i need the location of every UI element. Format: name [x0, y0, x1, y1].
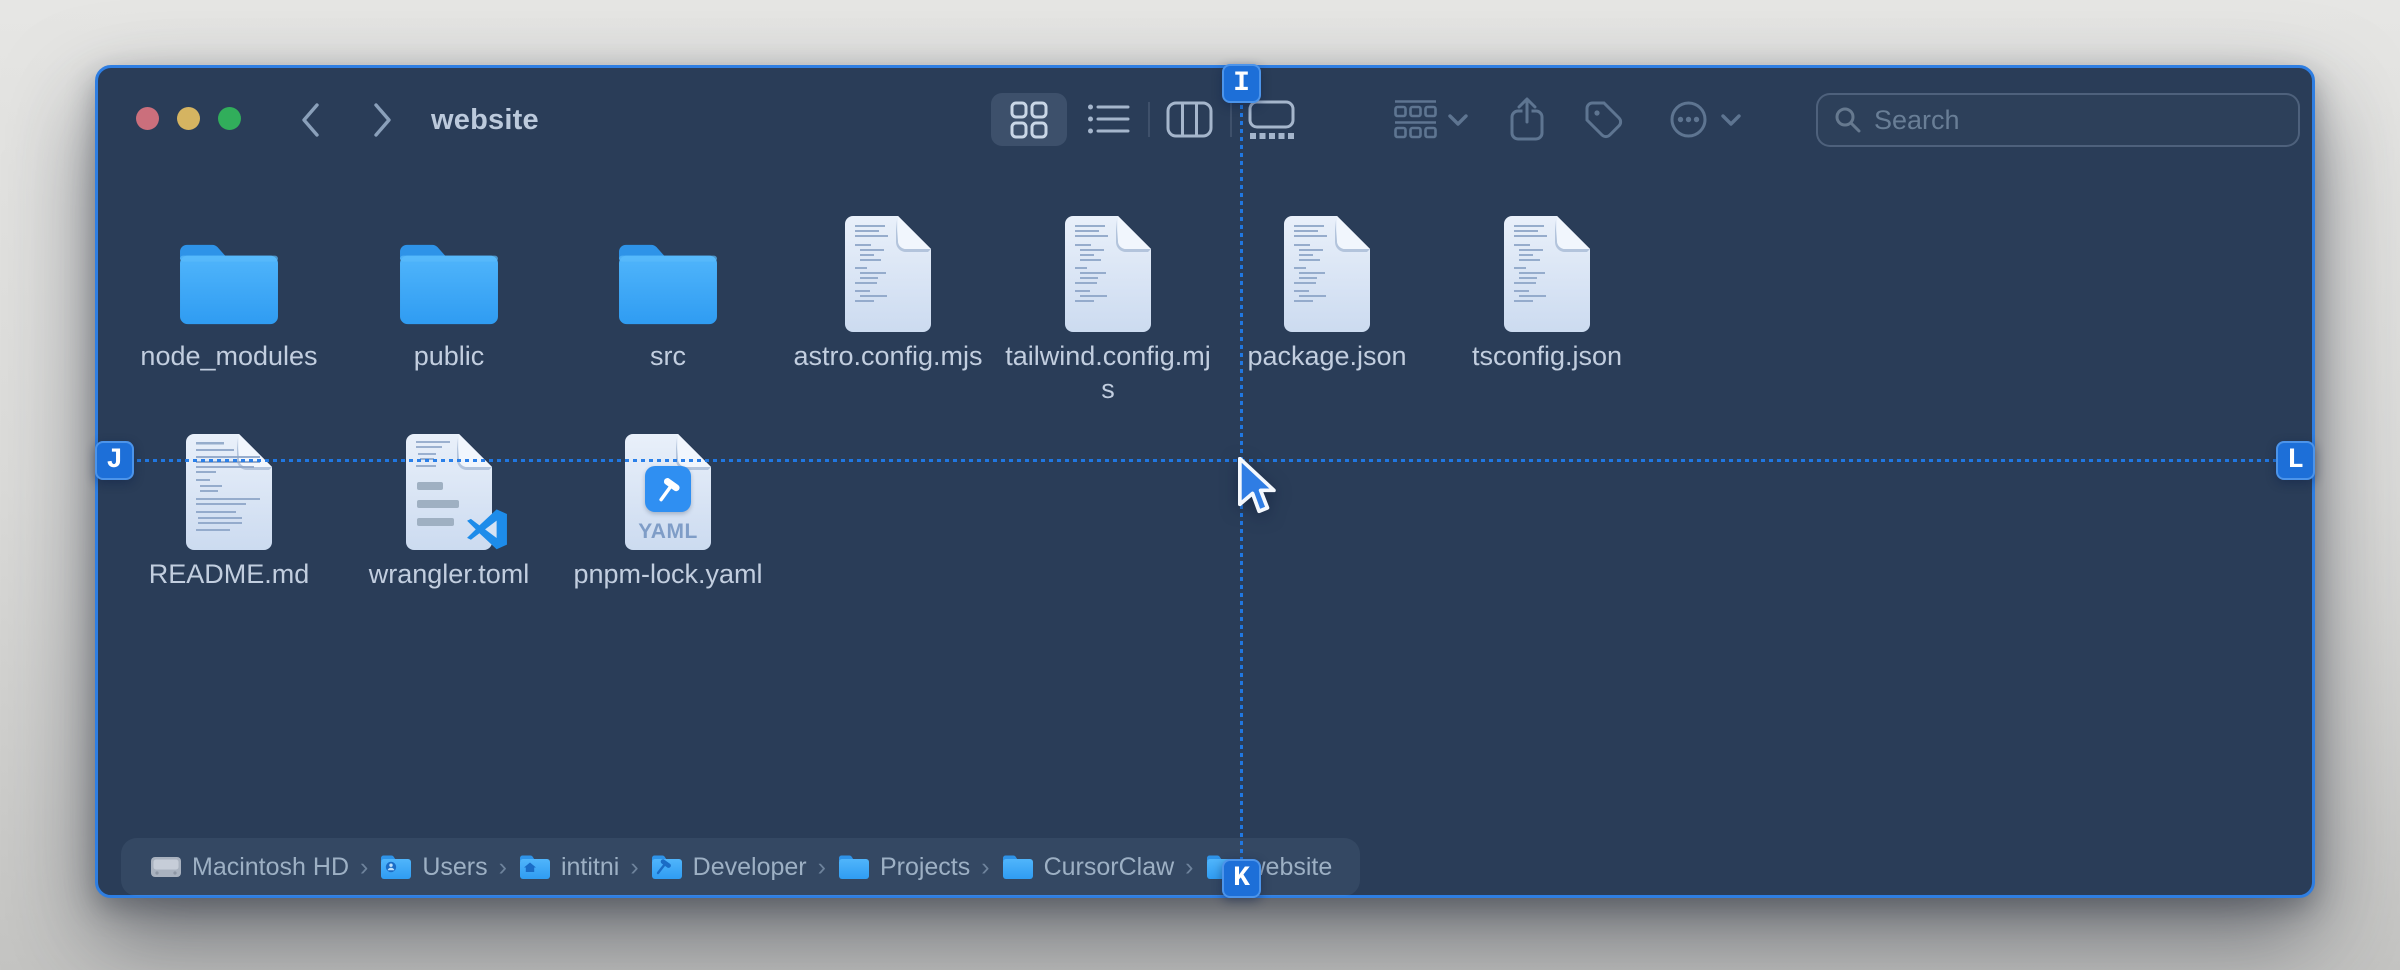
path-item-users[interactable]: Users	[379, 853, 487, 882]
window-title: website	[431, 104, 539, 137]
path-separator: ›	[981, 853, 989, 882]
column-view-button[interactable]	[1166, 101, 1213, 138]
folder-icon	[609, 236, 727, 332]
path-bar: Macintosh HD › Users › intitni ›	[121, 838, 1360, 896]
path-separator: ›	[818, 853, 826, 882]
file-astro-config[interactable]: astro.config.mjs	[778, 208, 998, 373]
file-label: package.json	[1221, 340, 1433, 373]
file-wrangler-toml[interactable]: wrangler.toml	[339, 426, 559, 591]
close-button[interactable]	[136, 107, 159, 130]
file-label: src	[562, 340, 774, 373]
minimize-button[interactable]	[177, 107, 200, 130]
chevron-down-icon	[1448, 114, 1468, 127]
file-pnpm-lock[interactable]: YAML pnpm-lock.yaml	[558, 426, 778, 591]
annotation-marker-k: K	[1222, 859, 1261, 898]
gallery-view-button[interactable]	[1248, 100, 1295, 139]
path-item-cursorclaw[interactable]: CursorClaw	[1001, 853, 1175, 882]
folder-icon	[837, 853, 871, 881]
zoom-button[interactable]	[218, 107, 241, 130]
annotation-marker-i: I	[1222, 64, 1261, 103]
file-public[interactable]: public	[339, 208, 559, 373]
toolbar-separator	[1230, 102, 1232, 137]
annotation-marker-j: J	[95, 441, 134, 480]
file-package-json[interactable]: package.json	[1217, 208, 1437, 373]
folder-developer-icon	[650, 853, 684, 881]
tag-icon	[1583, 99, 1625, 141]
folder-icon	[390, 236, 508, 332]
vscode-logo-icon	[465, 508, 509, 552]
code-document-icon	[843, 214, 933, 332]
text-document-icon	[184, 432, 274, 550]
more-icon	[1669, 100, 1708, 139]
yaml-badge-text: YAML	[558, 520, 778, 544]
file-label: node_modules	[123, 340, 335, 373]
column-view-icon	[1166, 101, 1213, 138]
path-separator: ›	[499, 853, 507, 882]
path-separator: ›	[630, 853, 638, 882]
file-tailwind-config[interactable]: tailwind.config.mjs	[998, 208, 1218, 406]
path-separator: ›	[360, 853, 368, 882]
file-label: pnpm-lock.yaml	[562, 558, 774, 591]
group-menu-chevron[interactable]	[1448, 114, 1468, 127]
group-by-icon	[1393, 99, 1438, 140]
drive-icon	[149, 853, 183, 881]
list-view-icon	[1088, 103, 1130, 136]
back-button[interactable]	[299, 101, 323, 139]
list-view-button[interactable]	[1088, 103, 1130, 136]
file-label: tsconfig.json	[1441, 340, 1653, 373]
more-menu-chevron[interactable]	[1721, 114, 1741, 127]
folder-users-icon	[379, 853, 413, 881]
search-field[interactable]	[1816, 93, 2300, 147]
code-document-icon	[1063, 214, 1153, 332]
file-node-modules[interactable]: node_modules	[119, 208, 339, 373]
chevron-right-icon	[370, 101, 394, 139]
folder-home-icon	[518, 853, 552, 881]
file-readme[interactable]: README.md	[119, 426, 339, 591]
file-tsconfig-json[interactable]: tsconfig.json	[1437, 208, 1657, 373]
share-button[interactable]	[1509, 96, 1545, 142]
tag-button[interactable]	[1583, 99, 1625, 141]
code-document-icon	[1282, 214, 1372, 332]
share-icon	[1509, 96, 1545, 142]
file-label: public	[343, 340, 555, 373]
forward-button[interactable]	[370, 101, 394, 139]
mouse-cursor	[1238, 457, 1282, 519]
finder-window: website	[95, 65, 2315, 898]
file-label: astro.config.mjs	[782, 340, 994, 373]
folder-icon	[170, 236, 288, 332]
more-button[interactable]	[1669, 100, 1708, 139]
path-item-projects[interactable]: Projects	[837, 853, 970, 882]
hammer-app-icon	[645, 466, 691, 512]
path-separator: ›	[1185, 853, 1193, 882]
search-input[interactable]	[1874, 105, 2282, 136]
code-document-icon	[1502, 214, 1592, 332]
file-label: wrangler.toml	[343, 558, 555, 591]
file-label: README.md	[123, 558, 335, 591]
annotation-horizontal-line	[97, 459, 2313, 462]
chevron-down-icon	[1721, 114, 1741, 127]
path-item-macintosh-hd[interactable]: Macintosh HD	[149, 853, 349, 882]
search-icon	[1834, 106, 1862, 134]
grid-view-icon	[1010, 101, 1048, 139]
path-item-developer[interactable]: Developer	[650, 853, 807, 882]
file-label: tailwind.config.mjs	[1002, 340, 1214, 406]
chevron-left-icon	[299, 101, 323, 139]
group-button[interactable]	[1393, 99, 1438, 140]
gallery-view-icon	[1248, 100, 1295, 139]
folder-icon	[1001, 853, 1035, 881]
toolbar-separator	[1148, 102, 1150, 137]
path-item-intitni[interactable]: intitni	[518, 853, 619, 882]
icon-view-button[interactable]	[991, 93, 1067, 146]
annotation-marker-l: L	[2276, 441, 2315, 480]
file-src[interactable]: src	[558, 208, 778, 373]
